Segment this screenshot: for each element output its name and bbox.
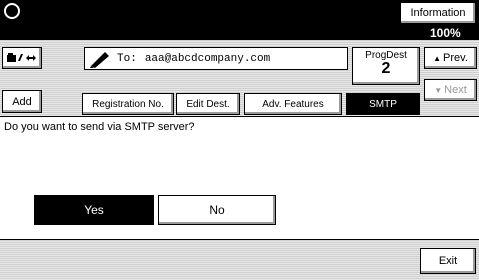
- pen-destination-icon: [90, 51, 109, 68]
- add-button[interactable]: Add: [2, 90, 42, 113]
- information-button[interactable]: Information: [400, 2, 476, 24]
- tab-adv-features[interactable]: Adv. Features: [244, 93, 342, 115]
- prev-label: Prev.: [443, 52, 468, 64]
- to-label: To:: [117, 52, 137, 65]
- fax-scanner-toggle-icon: [7, 53, 36, 62]
- tab-smtp[interactable]: SMTP: [346, 93, 420, 115]
- progdest-number: 2: [381, 60, 391, 77]
- ready-ring-icon: [4, 3, 20, 19]
- yes-button[interactable]: Yes: [34, 195, 154, 225]
- prev-button[interactable]: ▲ Prev.: [424, 47, 477, 69]
- tab-registration-no[interactable]: Registration No.: [82, 93, 174, 115]
- destination-address: aaa@abcdcompany.com: [144, 52, 271, 65]
- down-arrow-icon: ▼: [434, 85, 443, 95]
- no-button[interactable]: No: [158, 195, 276, 225]
- destination-field[interactable]: To: aaa@abcdcompany.com: [84, 47, 348, 70]
- exit-button[interactable]: Exit: [420, 248, 476, 274]
- footer-bar: [0, 239, 479, 280]
- next-label: Next: [444, 84, 467, 96]
- progdest-button[interactable]: ProgDest 2: [352, 47, 420, 85]
- status-subtitle: Set original and specify destination.: [4, 26, 178, 38]
- panel-divider: [0, 116, 479, 117]
- tab-edit-dest[interactable]: Edit Dest.: [176, 93, 240, 115]
- status-title: Ready: [4, 1, 87, 24]
- memory-percent: 100%: [430, 26, 461, 40]
- up-arrow-icon: ▲: [433, 53, 442, 63]
- smtp-question: Do you want to send via SMTP server?: [4, 121, 195, 133]
- fax-scanner-toggle-button[interactable]: [2, 47, 42, 69]
- next-button: ▼ Next: [424, 79, 477, 101]
